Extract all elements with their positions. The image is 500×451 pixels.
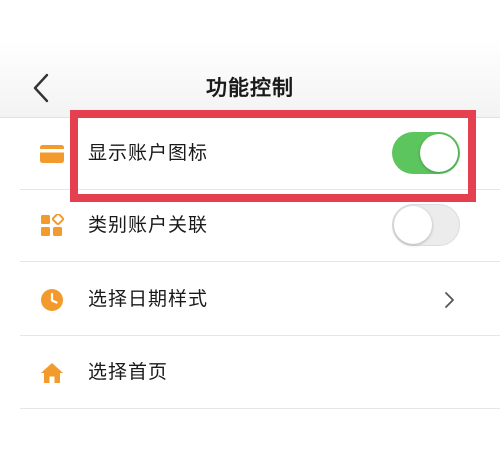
category-account-link-toggle[interactable] [392,204,460,246]
toggle-knob [420,134,458,172]
header-bar: 功能控制 [0,0,500,118]
setting-row-date-style[interactable]: 选择日期样式 [20,264,500,336]
category-grid-icon [40,214,64,238]
show-account-icon-toggle[interactable] [392,132,460,174]
home-icon [40,361,64,385]
toggle-knob [394,206,432,244]
setting-label: 类别账户关联 [88,214,209,236]
page-title: 功能控制 [206,76,294,100]
setting-row-home-page[interactable]: 选择首页 [20,337,500,409]
setting-label: 选择首页 [88,361,169,383]
setting-row-category-account-link[interactable]: 类别账户关联 [20,190,500,262]
setting-label: 显示账户图标 [88,142,209,164]
card-icon [40,142,64,166]
clock-icon [40,288,64,312]
setting-label: 选择日期样式 [88,288,209,310]
setting-row-show-account-icon[interactable]: 显示账户图标 [20,118,500,190]
chevron-right-icon [445,292,454,308]
